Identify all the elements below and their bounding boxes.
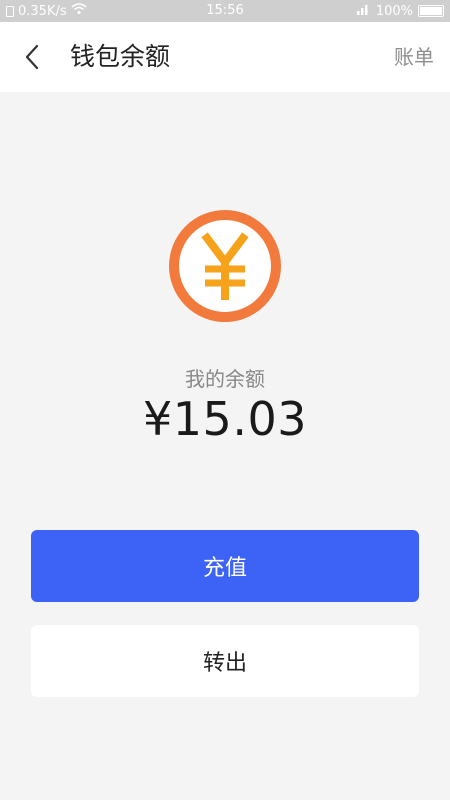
bill-link[interactable]: 账单 [394, 41, 434, 73]
withdraw-label: 转出 [202, 651, 247, 676]
withdraw-button[interactable]: 转出 [31, 625, 419, 697]
yuan-coin-icon [167, 208, 283, 324]
recharge-label: 充值 [202, 556, 247, 581]
battery-percent: 100% [375, 3, 413, 19]
signal-icon [356, 3, 371, 19]
back-button[interactable] [14, 39, 50, 75]
page-title: 钱包余额 [70, 42, 171, 71]
status-bar: 0.35K/s 15:56 100% [0, 0, 450, 22]
header-bar: 钱包余额 账单 [0, 22, 450, 92]
status-right: 100% [356, 3, 444, 19]
chevron-left-icon [25, 44, 39, 70]
balance-label: 我的余额 [185, 367, 265, 391]
balance-amount: ¥15.03 [143, 392, 307, 446]
battery-icon [418, 5, 444, 17]
recharge-button[interactable]: 充值 [31, 530, 419, 602]
